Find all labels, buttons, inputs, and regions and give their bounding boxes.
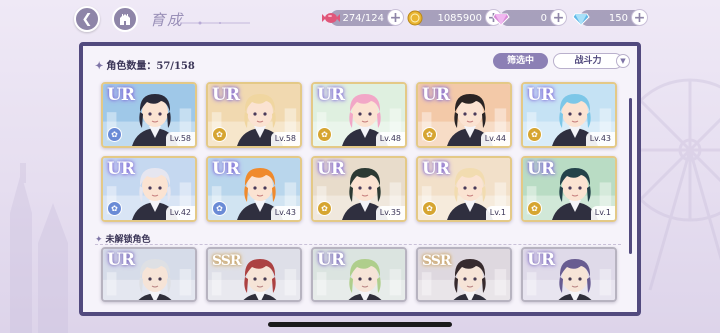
- gold-value: 1085900: [437, 12, 482, 24]
- rarity-badge: UR: [527, 250, 555, 270]
- rarity-badge: UR: [527, 85, 555, 105]
- rarity-badge: UR: [212, 159, 240, 179]
- character-count: ✦ 角色数量：57/158: [95, 57, 195, 72]
- stamina-counter: 274/124 +: [322, 9, 404, 26]
- paid-gem-value: 0: [540, 12, 547, 24]
- diamond-blue-icon: [570, 7, 592, 29]
- character-level: Lv.44: [480, 132, 510, 146]
- earth-element-icon: ✿: [422, 127, 437, 142]
- character-card[interactable]: UR ✿ Lv.44: [416, 82, 512, 148]
- locked-character-card[interactable]: UR: [311, 247, 407, 302]
- locked-character-card[interactable]: UR: [101, 247, 197, 302]
- earth-element-icon: ✿: [317, 201, 332, 216]
- character-level: Lv.58: [270, 132, 300, 146]
- free-gem-add-button[interactable]: +: [631, 9, 648, 26]
- rarity-badge: UR: [317, 250, 345, 270]
- character-card[interactable]: UR ✿ Lv.42: [101, 156, 197, 222]
- locked-character-card[interactable]: SSR: [416, 247, 512, 302]
- home-indicator-bar[interactable]: [268, 322, 452, 327]
- character-list-panel: ✦ 角色数量：57/158 筛选中 战斗力 ▼ UR ✿ Lv.58 UR ✿ Lv.58 U…: [79, 42, 641, 316]
- rarity-badge: SSR: [422, 253, 452, 269]
- fire-element-icon: ✿: [107, 127, 122, 142]
- character-card[interactable]: UR ✿ Lv.43: [521, 82, 617, 148]
- water-element-icon: ✿: [107, 201, 122, 216]
- free-gem-counter: 150 +: [572, 9, 648, 26]
- home-button[interactable]: [112, 6, 138, 32]
- character-level: Lv.35: [375, 206, 405, 220]
- chevron-left-icon: ❮: [81, 11, 93, 27]
- rarity-badge: UR: [317, 159, 345, 179]
- rarity-badge: SSR: [212, 253, 242, 269]
- character-level: Lv.48: [375, 132, 405, 146]
- rarity-badge: UR: [107, 250, 135, 270]
- character-level: Lv.42: [165, 206, 195, 220]
- locked-character-card[interactable]: SSR: [206, 247, 302, 302]
- scrollbar[interactable]: [629, 98, 632, 254]
- character-card[interactable]: UR ✿ Lv.58: [206, 82, 302, 148]
- character-card[interactable]: UR ✿ Lv.48: [311, 82, 407, 148]
- castle-home-icon: [120, 14, 130, 25]
- coin-icon: [404, 7, 426, 29]
- section-divider: [95, 244, 621, 245]
- panel-header: ✦ 角色数量：57/158 筛选中 战斗力 ▼: [83, 46, 637, 76]
- filter-button[interactable]: 筛选中: [493, 53, 548, 69]
- rarity-badge: UR: [422, 159, 450, 179]
- water-element-icon: ✿: [527, 127, 542, 142]
- rarity-badge: UR: [107, 85, 135, 105]
- earth-element-icon: ✿: [527, 201, 542, 216]
- sort-order-toggle[interactable]: ▼: [616, 54, 630, 68]
- top-bar: ❮ 育成 274/124 + 1085900 + 0 + 150 +: [0, 0, 720, 36]
- sort-button[interactable]: 战斗力: [553, 53, 623, 69]
- character-level: Lv.58: [165, 132, 195, 146]
- sparkle-icon: ✦: [95, 61, 104, 72]
- title-sparkle-decoration: [180, 21, 250, 25]
- fire-element-icon: ✿: [212, 201, 227, 216]
- earth-element-icon: ✿: [317, 127, 332, 142]
- character-card[interactable]: UR ✿ Lv.43: [206, 156, 302, 222]
- free-gem-value: 150: [608, 12, 628, 24]
- character-card[interactable]: UR ✿ Lv.35: [311, 156, 407, 222]
- fire-element-icon: ✿: [422, 201, 437, 216]
- character-card[interactable]: UR ✿ Lv.58: [101, 82, 197, 148]
- page-title: 育成: [150, 11, 185, 29]
- locked-character-card[interactable]: UR: [521, 247, 617, 302]
- gold-counter: 1085900 +: [407, 9, 502, 26]
- paid-gem-add-button[interactable]: +: [550, 9, 567, 26]
- rarity-badge: UR: [107, 159, 135, 179]
- castle-silhouette: [10, 163, 68, 333]
- earth-element-icon: ✿: [212, 127, 227, 142]
- back-button[interactable]: ❮: [74, 6, 100, 32]
- rarity-badge: UR: [527, 159, 555, 179]
- character-level: Lv.43: [585, 132, 615, 146]
- character-level: Lv.1: [485, 206, 510, 220]
- character-card[interactable]: UR ✿ Lv.1: [416, 156, 512, 222]
- character-card[interactable]: UR ✿ Lv.1: [521, 156, 617, 222]
- character-level: Lv.1: [590, 206, 615, 220]
- rarity-badge: UR: [212, 85, 240, 105]
- character-level: Lv.43: [270, 206, 300, 220]
- chevron-down-icon: ▼: [620, 57, 626, 65]
- paid-gem-counter: 0 +: [492, 9, 567, 26]
- candy-icon: [320, 7, 342, 29]
- character-count-text: 角色数量：57/158: [106, 61, 195, 72]
- rarity-badge: UR: [422, 85, 450, 105]
- diamond-pink-icon: [490, 7, 512, 29]
- stamina-value: 274/124: [342, 12, 384, 24]
- stamina-add-button[interactable]: +: [387, 9, 404, 26]
- rarity-badge: UR: [317, 85, 345, 105]
